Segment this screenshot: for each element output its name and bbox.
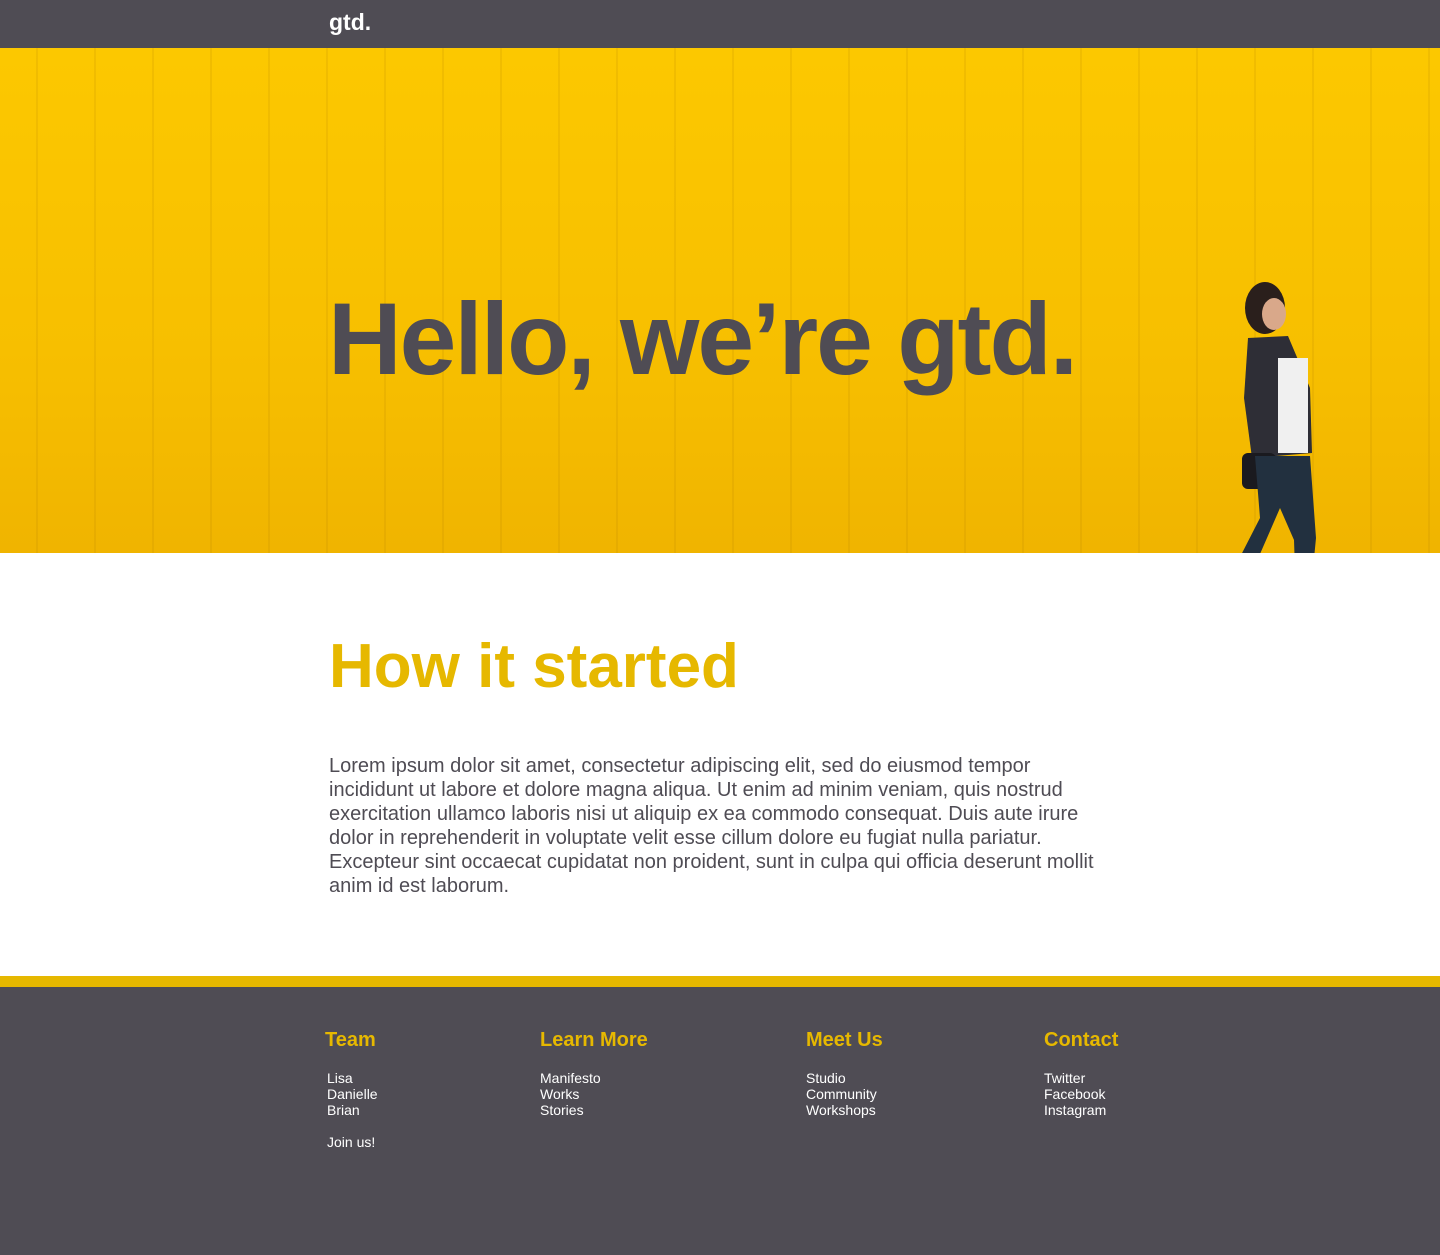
footer-link[interactable]: Stories bbox=[540, 1102, 648, 1118]
about-section: How it started Lorem ipsum dolor sit ame… bbox=[0, 553, 1440, 976]
join-link[interactable]: Join us! bbox=[327, 1134, 378, 1150]
footer-heading: Meet Us bbox=[806, 1029, 883, 1051]
footer-link[interactable]: Manifesto bbox=[540, 1070, 648, 1086]
footer-learn-more: Learn More Manifesto Works Stories bbox=[540, 1029, 648, 1118]
top-nav: gtd. bbox=[0, 0, 1440, 48]
footer-heading: Learn More bbox=[540, 1029, 648, 1051]
footer-link[interactable]: Facebook bbox=[1044, 1086, 1118, 1102]
footer-heading: Contact bbox=[1044, 1029, 1119, 1051]
about-title: How it started bbox=[329, 632, 739, 701]
walking-woman-image bbox=[1242, 282, 1316, 553]
footer-link[interactable]: Brian bbox=[327, 1102, 378, 1118]
footer-link[interactable]: Instagram bbox=[1044, 1102, 1118, 1118]
footer-link[interactable]: Works bbox=[540, 1086, 648, 1102]
footer-team: Team Lisa Danielle Brian Join us! bbox=[325, 1029, 378, 1150]
footer-link[interactable]: Twitter bbox=[1044, 1070, 1118, 1086]
logo-link[interactable]: gtd. bbox=[329, 9, 371, 36]
footer-divider bbox=[0, 976, 1440, 987]
footer-link[interactable]: Lisa bbox=[327, 1070, 378, 1086]
footer-link[interactable]: Studio bbox=[806, 1070, 883, 1086]
footer-link[interactable]: Danielle bbox=[327, 1086, 378, 1102]
hero-banner: Hello, we’re gtd. bbox=[0, 48, 1440, 553]
footer-link[interactable]: Workshops bbox=[806, 1102, 883, 1118]
footer-meet-us: Meet Us Studio Community Workshops bbox=[806, 1029, 883, 1118]
about-body: Lorem ipsum dolor sit amet, consectetur … bbox=[329, 755, 1094, 897]
hero-title: Hello, we’re gtd. bbox=[328, 282, 1078, 396]
footer-link[interactable]: Community bbox=[806, 1086, 883, 1102]
footer-contact: Contact Twitter Facebook Instagram bbox=[1044, 1029, 1118, 1118]
footer: Team Lisa Danielle Brian Join us! Learn … bbox=[0, 987, 1440, 1255]
footer-heading: Team bbox=[325, 1029, 376, 1051]
